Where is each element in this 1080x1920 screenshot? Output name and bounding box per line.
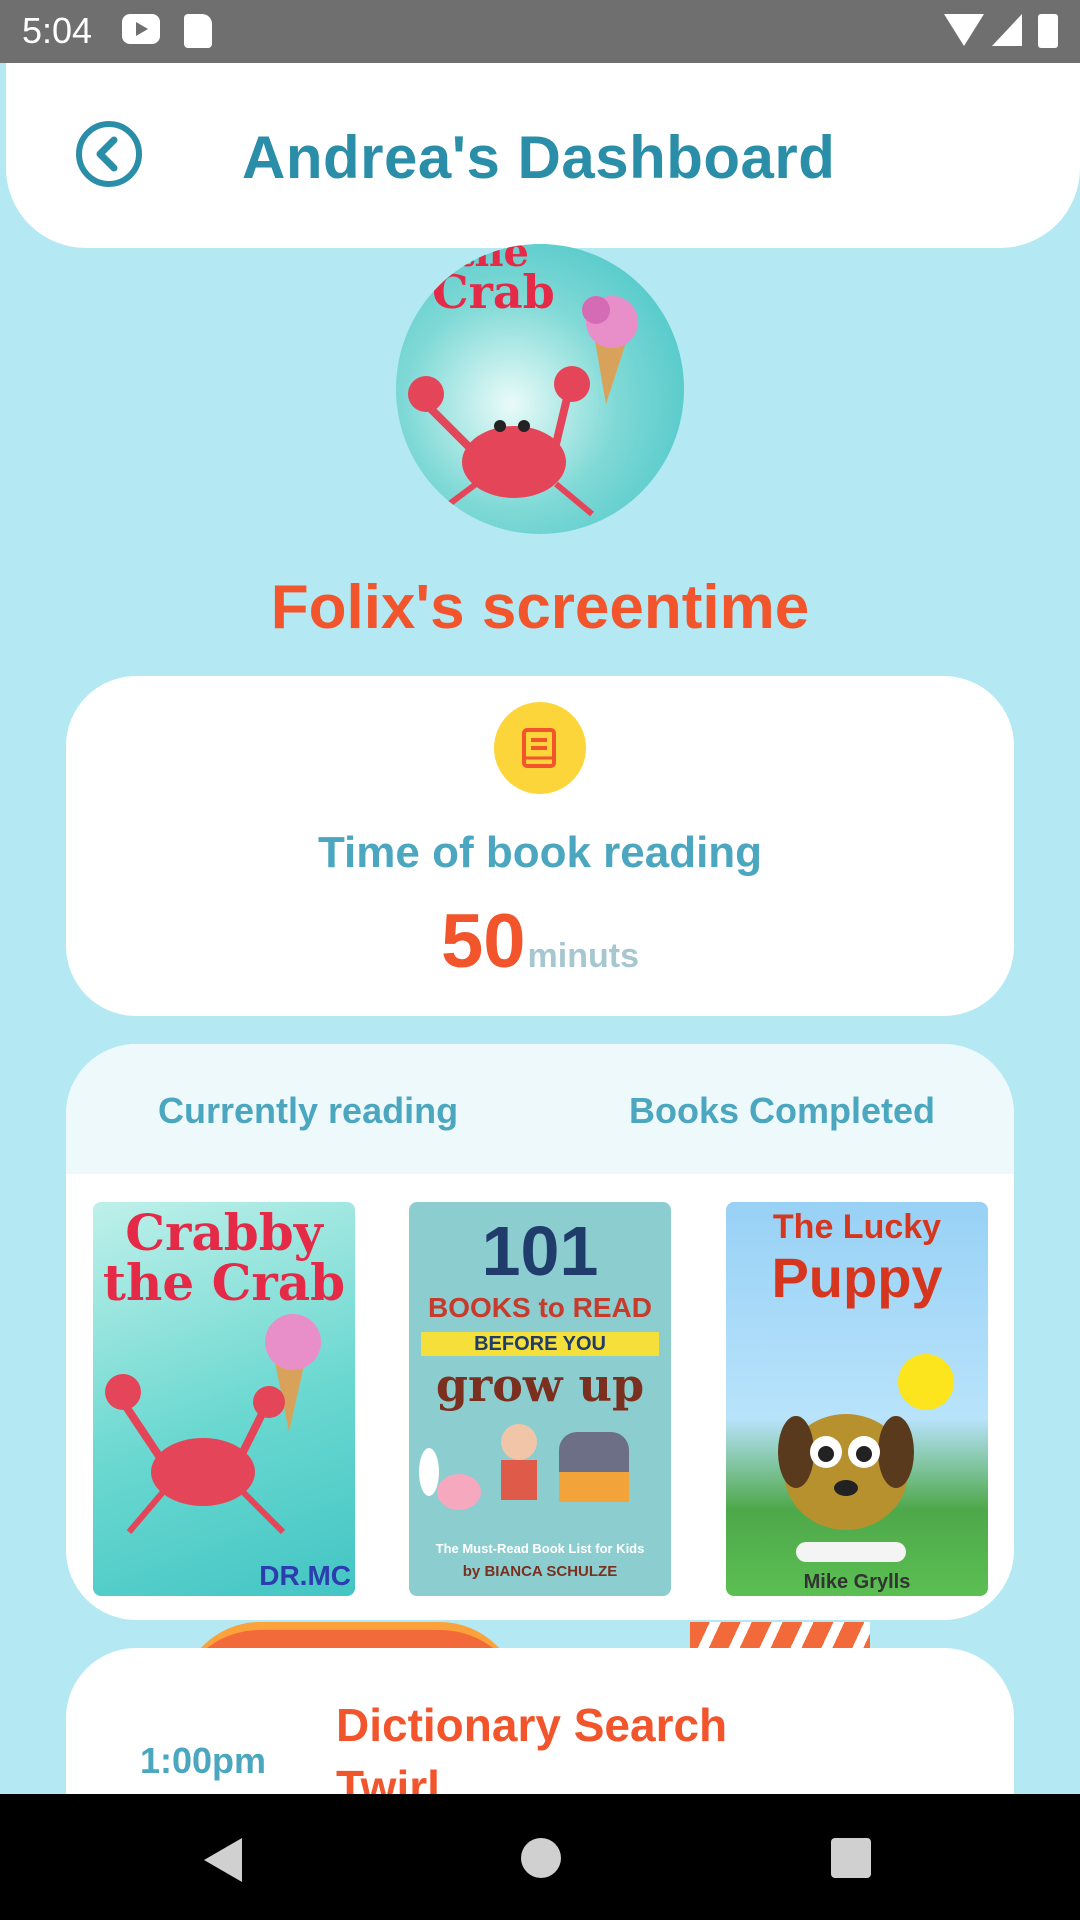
nav-home-icon[interactable] <box>521 1838 561 1878</box>
signal-icon <box>992 14 1022 46</box>
puppy-illustration-icon <box>778 1354 954 1562</box>
characters-illustration-icon <box>419 1424 629 1510</box>
reading-unit: minuts <box>527 937 639 975</box>
book-subtitle: The Must-Read Book List for Kids <box>435 1541 645 1556</box>
reading-time-value: 50minuts <box>66 898 1014 985</box>
stripes-decoration <box>690 1622 870 1650</box>
battery-icon <box>1038 14 1058 48</box>
reading-time-label: Time of book reading <box>317 828 763 877</box>
book-title-line: BOOKS to READ <box>428 1292 652 1323</box>
chevron-left-icon <box>96 136 118 172</box>
svg-text:Crab: Crab <box>432 265 555 319</box>
reading-minutes: 50 <box>441 899 526 984</box>
book-cover-lucky-puppy[interactable]: The Lucky Puppy Mike Grylls <box>726 1202 988 1596</box>
app-header: Andrea's Dashboard <box>6 63 1080 248</box>
crab-illustration-icon: the Crab <box>408 244 638 517</box>
books-card: Currently reading Books Completed Crabby… <box>66 1044 1014 1620</box>
system-nav-bar <box>0 1794 1080 1920</box>
book-cover-101-books[interactable]: 101 BOOKS to READ BEFORE YOU grow up The… <box>409 1202 671 1596</box>
nav-back-icon[interactable] <box>204 1838 242 1882</box>
book-cover-crabby-the-crab[interactable]: Crabby the Crab DR.MC <box>93 1202 355 1596</box>
sd-card-icon <box>184 14 212 48</box>
status-time: 5:04 <box>22 10 93 51</box>
crab-avatar[interactable]: the Crab <box>396 244 684 534</box>
screentime-title: Folix's screentime <box>270 573 810 642</box>
tab-books-completed[interactable]: Books Completed <box>629 1090 935 1132</box>
youtube-icon <box>122 14 160 44</box>
reading-time-card: Time of book reading 50minuts <box>66 676 1014 1016</box>
book-icon <box>494 702 586 794</box>
book-title-line: BEFORE YOU <box>421 1332 659 1356</box>
book-author: Mike Grylls <box>803 1571 911 1593</box>
crab-icon <box>105 1314 321 1535</box>
page-title: Andrea's Dashboard <box>242 124 836 191</box>
books-tabs: Currently reading Books Completed <box>66 1044 1014 1174</box>
schedule-time: 1:00pm <box>140 1740 267 1781</box>
nav-recents-icon[interactable] <box>831 1838 871 1878</box>
tab-currently-reading[interactable]: Currently reading <box>158 1090 458 1132</box>
wifi-icon <box>944 14 984 46</box>
status-bar: 5:04 <box>0 0 1080 63</box>
book-author: by BIANCA SCHULZE <box>462 1563 618 1580</box>
book-author: DR.MC <box>259 1560 351 1591</box>
book-title-number: 101 <box>481 1212 599 1290</box>
back-button[interactable] <box>76 121 142 187</box>
